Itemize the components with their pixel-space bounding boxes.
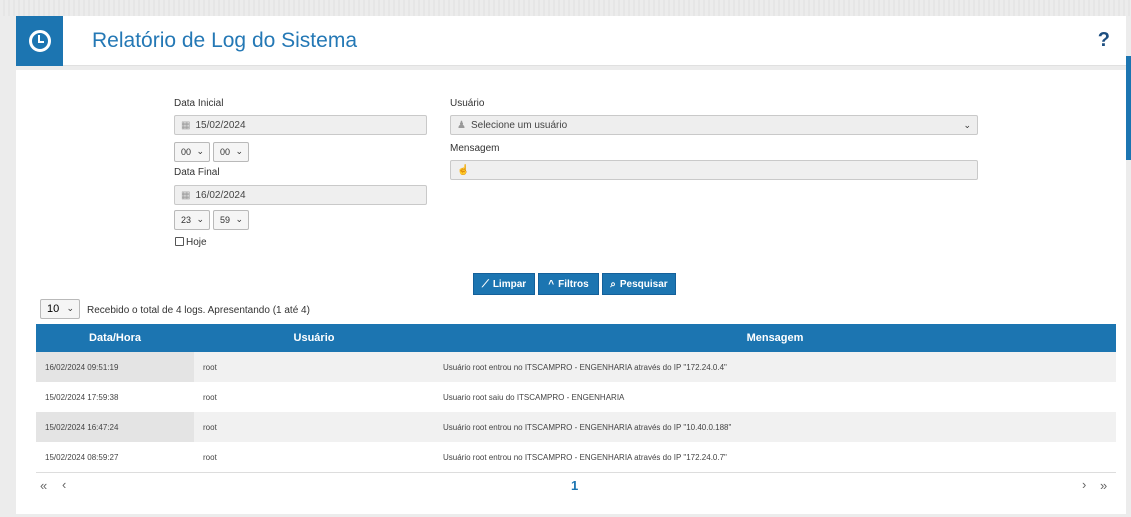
table-row: 15/02/2024 16:47:24 root Usuário root en…: [36, 412, 1116, 442]
chevron-down-icon: ⌄: [196, 214, 204, 224]
data-final-field[interactable]: ▦ 16/02/2024: [174, 185, 427, 205]
pesquisar-label: Pesquisar: [619, 278, 668, 290]
limpar-button[interactable]: ⟋ Limpar: [473, 273, 535, 295]
calendar-icon: ▦: [181, 189, 191, 201]
page-title: Relatório de Log do Sistema: [92, 29, 357, 52]
user-icon: ♟: [457, 119, 466, 131]
data-inicial-field[interactable]: ▦ 15/02/2024: [174, 115, 427, 135]
clock-icon: [28, 30, 51, 52]
cell-mensagem: Usuario root saiu do ITSCAMPRO - ENGENHA…: [443, 392, 625, 402]
usuario-label: Usuário: [450, 98, 485, 109]
page-header: Relatório de Log do Sistema ?: [16, 16, 1126, 66]
hoje-label: Hoje: [186, 237, 207, 248]
page-length-select[interactable]: 10 ⌄: [40, 299, 80, 319]
cell-usuario: root: [203, 452, 217, 462]
cell-usuario: root: [203, 392, 217, 402]
usuario-value: Selecione um usuário: [470, 119, 568, 131]
chevron-down-icon: ⌄: [963, 120, 971, 130]
header-icon-box: [16, 16, 63, 66]
chevron-up-icon: ^: [548, 278, 555, 290]
cell-mensagem: Usuário root entrou no ITSCAMPRO - ENGEN…: [443, 362, 727, 372]
chevron-down-icon: ⌄: [235, 214, 243, 224]
cell-datahora: 15/02/2024 16:47:24: [36, 412, 194, 442]
data-inicial-label: Data Inicial: [174, 98, 224, 109]
hoje-checkbox[interactable]: [175, 237, 184, 246]
cell-datahora: 15/02/2024 17:59:38: [45, 392, 119, 402]
main-content: Data Inicial ▦ 15/02/2024 00 ⌄ 00 ⌄ Data F…: [16, 70, 1126, 514]
table-row: 15/02/2024 17:59:38 root Usuario root sa…: [36, 382, 1116, 412]
next-page-icon[interactable]: ›: [1082, 477, 1086, 492]
filtros-button[interactable]: ^ Filtros: [538, 273, 599, 295]
first-page-icon[interactable]: «: [40, 478, 47, 493]
min-inicial-value: 00: [220, 147, 231, 157]
hand-pointer-icon: ☝: [457, 164, 470, 176]
prev-page-icon[interactable]: ‹: [62, 477, 66, 492]
min-inicial-select[interactable]: 00 ⌄: [213, 142, 249, 162]
eraser-icon: ⟋: [481, 278, 489, 290]
help-icon[interactable]: ?: [1098, 29, 1110, 52]
col-header-usuario[interactable]: Usuário: [194, 324, 434, 352]
col-header-mensagem[interactable]: Mensagem: [434, 324, 1116, 352]
usuario-select[interactable]: ♟ Selecione um usuário ⌄: [450, 115, 978, 135]
pesquisar-button[interactable]: ⌕ Pesquisar: [602, 273, 676, 295]
app-frame: Relatório de Log do Sistema ? Data Inici…: [0, 0, 1131, 517]
limpar-label: Limpar: [492, 278, 527, 290]
table-row: 15/02/2024 08:59:27 root Usuário root en…: [36, 442, 1116, 472]
pagination: « ‹ 1 › »: [36, 472, 1116, 500]
min-final-value: 59: [220, 215, 231, 225]
search-icon: ⌕: [610, 278, 616, 290]
chevron-down-icon: ⌄: [66, 303, 74, 313]
mensagem-input[interactable]: ☝: [450, 160, 978, 180]
cell-usuario: root: [203, 362, 217, 372]
chevron-down-icon: ⌄: [235, 146, 243, 156]
col-header-datahora[interactable]: Data/Hora: [36, 324, 194, 352]
cell-datahora: 16/02/2024 09:51:19: [36, 352, 194, 382]
log-table: Data/Hora Usuário Mensagem 16/02/2024 09…: [36, 324, 1116, 472]
table-header: Data/Hora Usuário Mensagem: [36, 324, 1116, 352]
calendar-icon: ▦: [181, 119, 191, 131]
last-page-icon[interactable]: »: [1100, 478, 1107, 493]
table-info: Recebido o total de 4 logs. Apresentando…: [87, 305, 310, 316]
chevron-down-icon: ⌄: [196, 146, 204, 156]
hora-final-value: 23: [181, 215, 192, 225]
hora-final-select[interactable]: 23 ⌄: [174, 210, 210, 230]
cell-datahora: 15/02/2024 08:59:27: [45, 452, 119, 462]
filtros-label: Filtros: [558, 278, 589, 290]
page-length-value: 10: [47, 303, 60, 315]
table-row: 16/02/2024 09:51:19 root Usuário root en…: [36, 352, 1116, 382]
hora-inicial-select[interactable]: 00 ⌄: [174, 142, 210, 162]
mensagem-label: Mensagem: [450, 143, 500, 154]
data-final-value: 16/02/2024: [195, 189, 246, 201]
hora-inicial-value: 00: [181, 147, 192, 157]
right-accent-bar: [1126, 56, 1131, 160]
cell-usuario: root: [203, 422, 217, 432]
cell-mensagem: Usuário root entrou no ITSCAMPRO - ENGEN…: [443, 452, 727, 462]
page-number-current[interactable]: 1: [571, 478, 578, 493]
data-final-label: Data Final: [174, 167, 220, 178]
data-inicial-value: 15/02/2024: [195, 119, 246, 131]
top-strip: [0, 0, 1131, 16]
min-final-select[interactable]: 59 ⌄: [213, 210, 249, 230]
cell-mensagem: Usuário root entrou no ITSCAMPRO - ENGEN…: [443, 422, 732, 432]
